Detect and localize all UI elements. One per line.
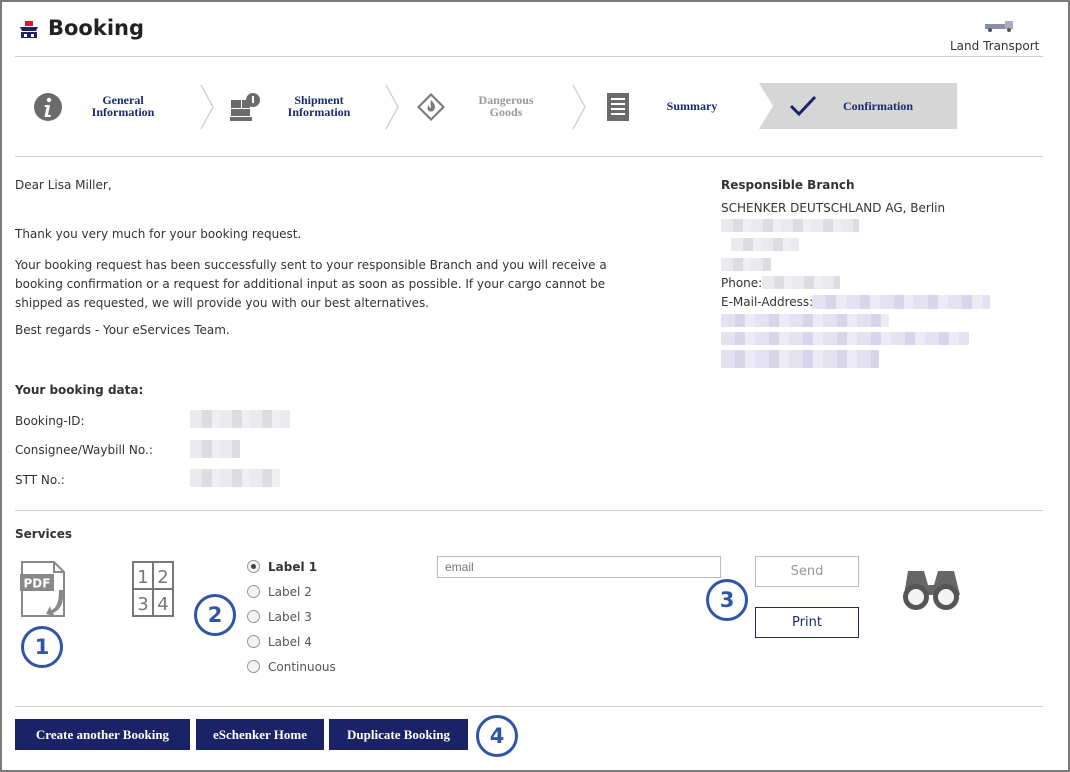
- redacted-address-line: [731, 238, 799, 251]
- redacted-email[interactable]: [812, 295, 990, 309]
- booking-id-label: Booking-ID:: [15, 414, 85, 428]
- step-label-line1: Confirmation: [843, 99, 913, 113]
- duplicate-booking-button[interactable]: Duplicate Booking: [329, 719, 468, 750]
- radio-label-text: Label 3: [268, 610, 312, 624]
- radio-continuous[interactable]: [247, 660, 260, 673]
- regards-text: Best regards - Your eServices Team.: [15, 323, 230, 337]
- services-heading: Services: [15, 527, 73, 541]
- redacted-email[interactable]: [721, 314, 889, 327]
- eschenker-home-button[interactable]: eSchenker Home: [196, 719, 324, 750]
- document-icon: [607, 93, 629, 121]
- radio-label-text: Label 1: [268, 560, 318, 574]
- divider: [15, 706, 1043, 707]
- redacted-waybill: [190, 440, 240, 458]
- redacted-booking-id: [190, 410, 290, 428]
- svg-text:4: 4: [157, 594, 168, 615]
- redacted-stt: [190, 469, 280, 487]
- step-separator-chevron: [385, 84, 399, 130]
- stt-label: STT No.:: [15, 473, 65, 487]
- pallet-icon: [230, 93, 260, 121]
- thanks-text: Thank you very much for your booking req…: [15, 227, 302, 241]
- radio-label-4[interactable]: [247, 635, 260, 648]
- step-label-line2: Goods: [489, 105, 523, 119]
- confirmation-message: Your booking request has been successful…: [15, 256, 607, 313]
- callout-badge: 2: [194, 594, 236, 636]
- callout-badge: 1: [21, 626, 63, 668]
- callout-badge: 4: [476, 715, 518, 757]
- divider: [15, 56, 1043, 57]
- page-title: Booking: [48, 16, 145, 40]
- step-label-line1: Summary: [666, 99, 718, 113]
- truck-icon: [985, 21, 1013, 32]
- radio-label-1[interactable]: [247, 560, 260, 573]
- svg-text:PDF: PDF: [24, 577, 51, 591]
- divider: [15, 156, 1043, 157]
- label-layout-icon[interactable]: 1 2 3 4: [132, 561, 174, 617]
- svg-text:2: 2: [157, 567, 168, 588]
- waybill-label: Consignee/Waybill No.:: [15, 443, 153, 457]
- email-input[interactable]: [437, 556, 721, 578]
- checkmark-icon: [789, 95, 817, 117]
- booking-data-heading: Your booking data:: [15, 383, 144, 397]
- branch-name: SCHENKER DEUTSCHLAND AG, Berlin: [721, 201, 946, 215]
- schenker-logo-icon: [20, 21, 38, 38]
- transport-mode-label: Land Transport: [950, 39, 1040, 53]
- send-button[interactable]: Send: [755, 556, 859, 587]
- phone-label: Phone:: [721, 276, 763, 290]
- redacted-address-line: [721, 258, 771, 271]
- step-label-line2: Information: [91, 105, 155, 119]
- radio-label-text: Continuous: [268, 660, 336, 674]
- branch-heading: Responsible Branch: [721, 178, 855, 192]
- svg-text:3: 3: [137, 594, 148, 615]
- svg-text:1: 1: [137, 567, 148, 588]
- step-separator-chevron: [200, 84, 214, 130]
- redacted-phone: [762, 276, 840, 289]
- create-another-booking-button[interactable]: Create another Booking: [15, 719, 190, 750]
- print-button[interactable]: Print: [755, 607, 859, 638]
- flame-diamond-icon: [417, 93, 445, 121]
- radio-label-2[interactable]: [247, 585, 260, 598]
- binoculars-icon[interactable]: [900, 565, 962, 613]
- callout-badge: 3: [706, 579, 748, 621]
- redacted-address-line: [721, 219, 859, 232]
- redacted-email[interactable]: [721, 350, 879, 368]
- step-separator-chevron: [572, 84, 586, 130]
- radio-label-text: Label 4: [268, 635, 312, 649]
- step-label-line2: Information: [287, 105, 351, 119]
- pdf-download-icon[interactable]: PDF: [19, 560, 77, 618]
- message-line: Your booking request has been successful…: [15, 258, 607, 272]
- info-icon: [34, 93, 62, 121]
- greeting-text: Dear Lisa Miller,: [15, 178, 112, 192]
- message-line: shipped as requested, we will provide yo…: [15, 296, 430, 310]
- radio-label-3[interactable]: [247, 610, 260, 623]
- redacted-email[interactable]: [721, 332, 969, 345]
- divider: [15, 510, 1043, 511]
- message-line: booking confirmation or a request for ad…: [15, 277, 606, 291]
- email-label: E-Mail-Address:: [721, 295, 814, 309]
- radio-label-text: Label 2: [268, 585, 312, 599]
